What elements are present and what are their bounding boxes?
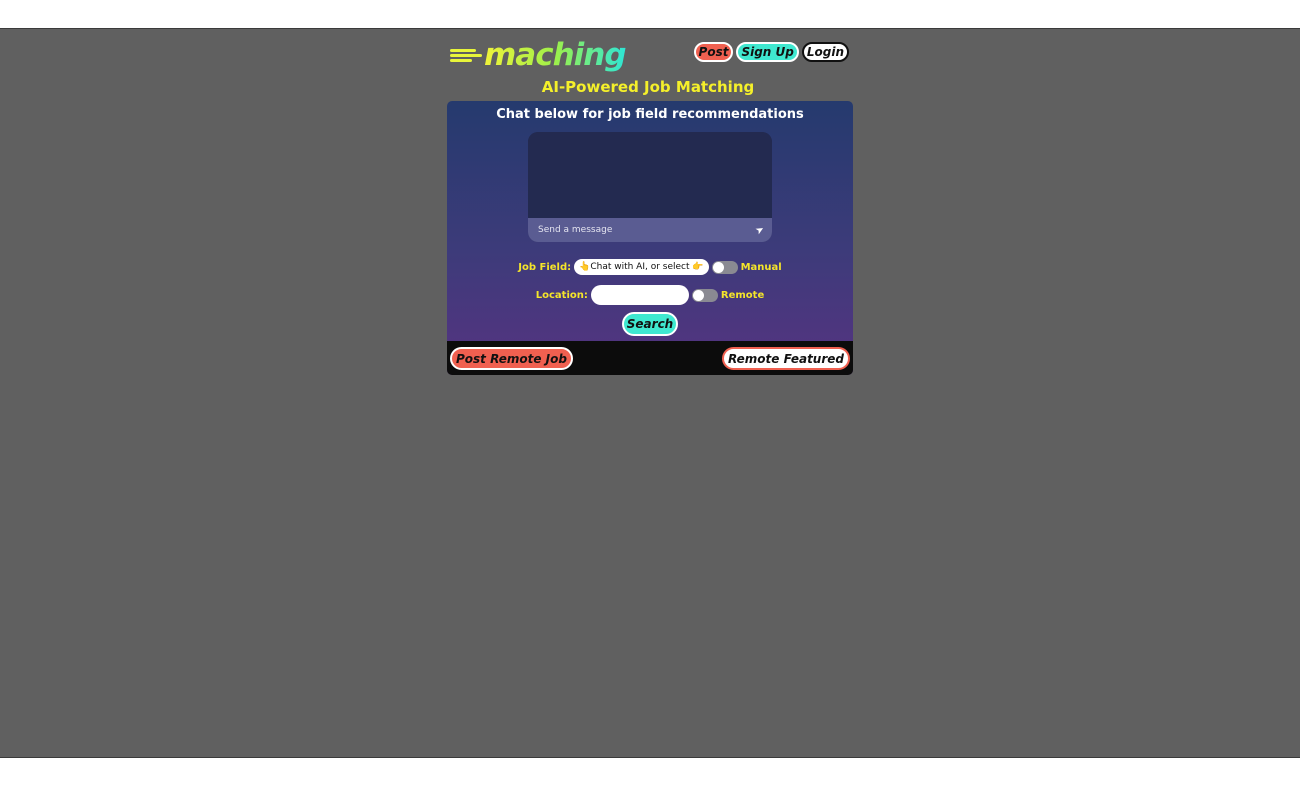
location-row: Location: Remote: [447, 285, 853, 305]
job-field-label: Job Field:: [518, 261, 572, 273]
logo-speed-lines-icon: [450, 45, 482, 65]
search-row: Search: [447, 312, 853, 336]
chat-title: Chat below for job field recommendations: [496, 107, 804, 122]
job-field-select[interactable]: 👆Chat with AI, or select 👉: [574, 259, 709, 275]
location-input[interactable]: [590, 285, 689, 305]
manual-label: Manual: [740, 261, 782, 273]
chat-box: ➤: [528, 132, 772, 242]
post-remote-job-button[interactable]: Post Remote Job: [450, 347, 573, 370]
logo-text: maching: [484, 37, 627, 73]
post-button[interactable]: Post: [693, 42, 734, 62]
chat-input-bar: ➤: [528, 218, 772, 242]
remote-featured-button[interactable]: Remote Featured: [721, 347, 850, 370]
location-label: Location:: [535, 289, 588, 301]
sign-up-button[interactable]: Sign Up: [736, 42, 799, 62]
search-button[interactable]: Search: [621, 312, 679, 336]
panel-footer: Post Remote Job Remote Featured: [447, 341, 853, 375]
send-icon[interactable]: ➤: [753, 223, 766, 237]
tagline: AI-Powered Job Matching: [541, 78, 755, 96]
search-panel: Chat below for job field recommendations…: [447, 101, 853, 375]
login-button[interactable]: Login: [801, 42, 849, 62]
chat-message-input[interactable]: [536, 224, 730, 236]
top-nav: Post Sign Up Login: [693, 42, 849, 62]
logo[interactable]: maching: [450, 37, 627, 73]
remote-toggle[interactable]: [691, 288, 718, 302]
header: maching Post Sign Up Login: [447, 35, 853, 75]
job-field-row: Job Field: 👆Chat with AI, or select 👉 Ma…: [447, 259, 853, 275]
remote-label: Remote: [720, 289, 765, 301]
manual-toggle[interactable]: [711, 260, 738, 274]
page-stage: maching Post Sign Up Login AI-Powered Jo…: [0, 28, 1300, 758]
chat-messages: [528, 132, 772, 218]
